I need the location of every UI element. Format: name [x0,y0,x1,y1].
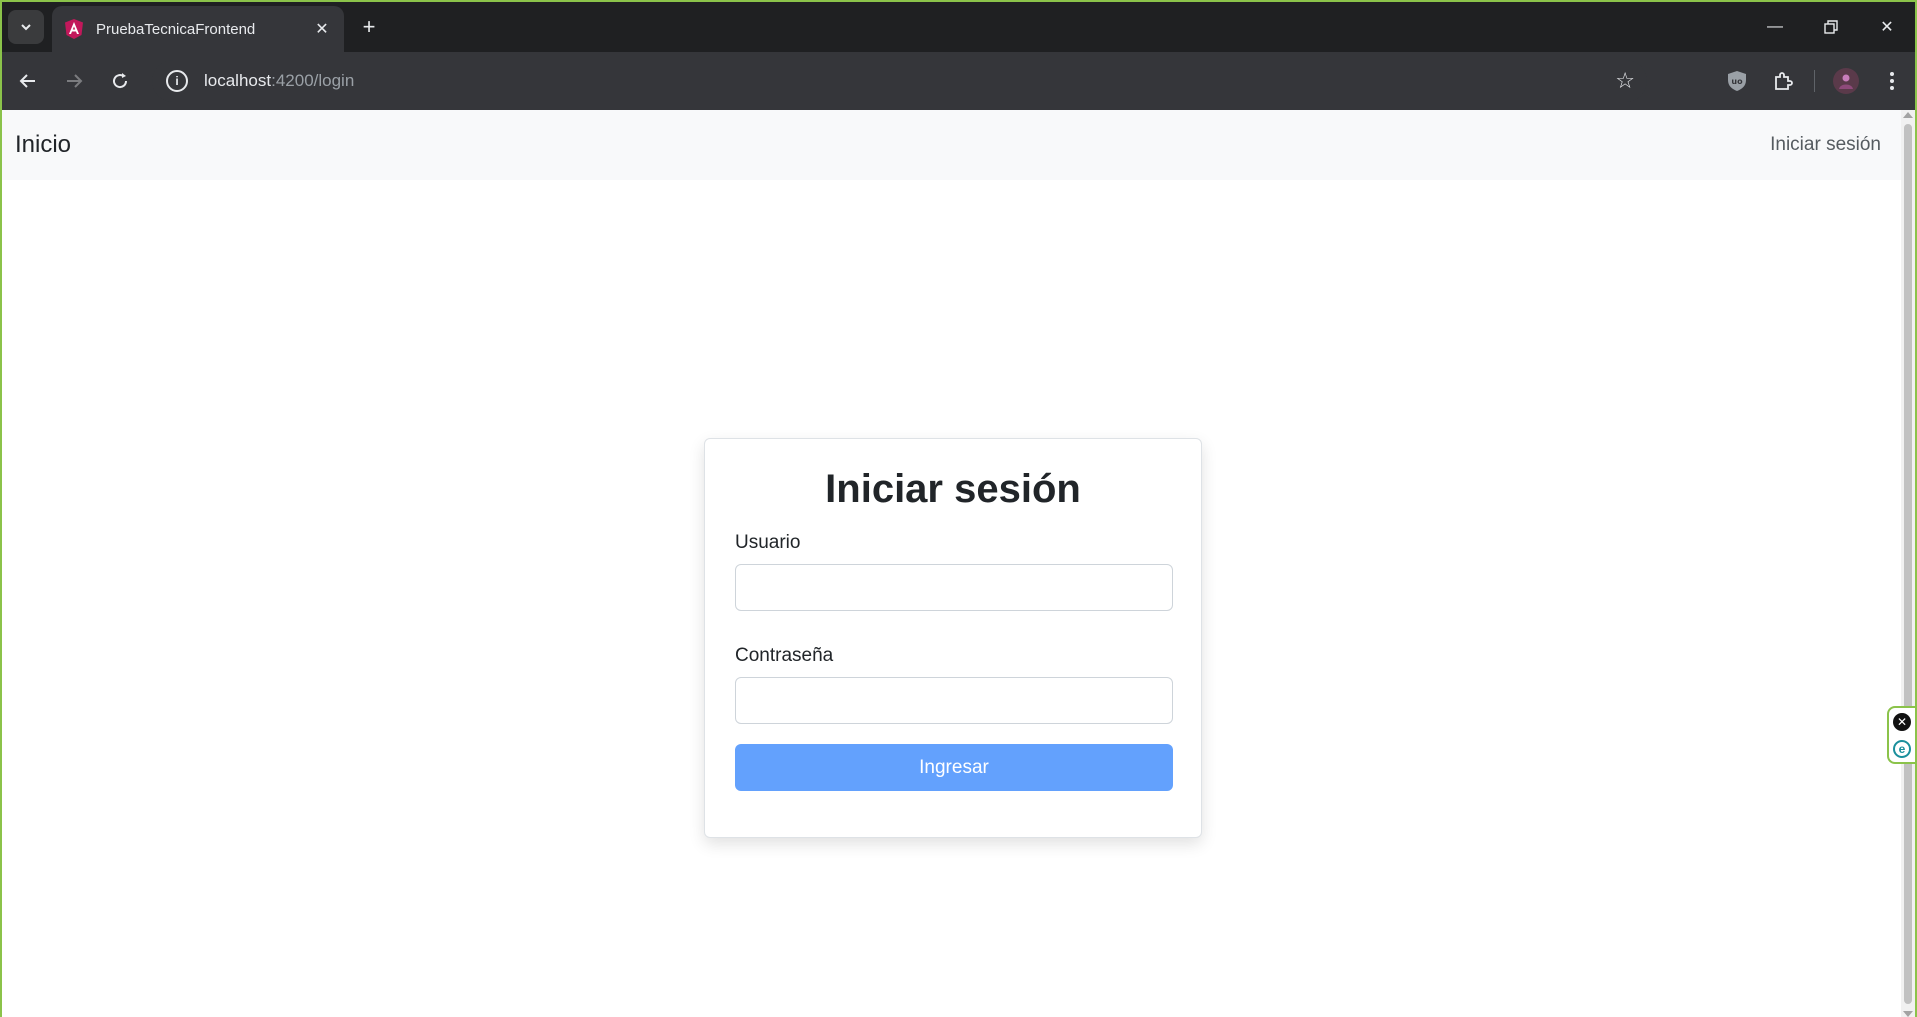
top-navbar: Inicio Iniciar sesión [2,110,1905,180]
username-label: Usuario [735,532,801,553]
submit-button[interactable]: Ingresar [735,744,1173,791]
window-controls: — ✕ [1747,2,1915,52]
password-label: Contraseña [735,645,834,666]
close-window-icon[interactable]: ✕ [1859,2,1915,52]
browser-toolbar: i localhost:4200/login ☆ uo [2,52,1915,110]
login-title: Iniciar sesión [825,467,1081,511]
close-tab-icon[interactable]: ✕ [312,19,332,39]
extension-side-widget: ✕ e [1887,706,1915,764]
navbar-login-link[interactable]: Iniciar sesión [1770,134,1881,156]
password-input[interactable] [735,677,1173,724]
page-scrollbar[interactable] [1901,110,1915,1017]
minimize-icon[interactable]: — [1747,2,1803,52]
page-content: Inicio Iniciar sesión Iniciar sesión Usu… [2,110,1905,1017]
toolbar-divider [1814,70,1815,92]
browser-window: PruebaTecnicaFrontend ✕ + — ✕ i localhos… [0,0,1917,1017]
scroll-up-arrow-icon[interactable] [1903,112,1913,118]
scroll-thumb[interactable] [1904,124,1912,1004]
extensions-puzzle-icon[interactable] [1760,61,1806,101]
reload-icon[interactable] [100,61,140,101]
site-info-icon[interactable]: i [166,70,188,92]
angular-icon [64,19,84,39]
bookmark-star-icon[interactable]: ☆ [1615,68,1635,94]
username-input[interactable] [735,564,1173,611]
e-extension-icon[interactable]: e [1893,739,1911,758]
login-card: Iniciar sesión Usuario Contraseña Ingres… [704,438,1202,838]
address-bar[interactable]: i localhost:4200/login ☆ [152,60,1647,102]
tab-active[interactable]: PruebaTecnicaFrontend ✕ [52,6,344,52]
new-tab-button[interactable]: + [354,12,384,42]
forward-arrow-icon[interactable] [54,61,94,101]
close-circle-icon[interactable]: ✕ [1893,712,1911,731]
back-arrow-icon[interactable] [8,61,48,101]
ublock-shield-icon[interactable]: uo [1714,61,1760,101]
navbar-brand-link[interactable]: Inicio [15,131,71,159]
tab-title: PruebaTecnicaFrontend [96,20,256,38]
profile-avatar[interactable] [1823,61,1869,101]
url-text: localhost:4200/login [204,71,355,90]
chevron-down-icon [21,24,31,31]
tab-strip: PruebaTecnicaFrontend ✕ + — ✕ [2,2,1915,52]
menu-kebab-icon[interactable] [1869,61,1915,101]
tab-search-button[interactable] [8,10,44,44]
restore-icon[interactable] [1803,2,1859,52]
toolbar-right: uo [1714,52,1915,110]
svg-text:uo: uo [1731,77,1743,86]
scroll-down-arrow-icon[interactable] [1903,1011,1913,1017]
